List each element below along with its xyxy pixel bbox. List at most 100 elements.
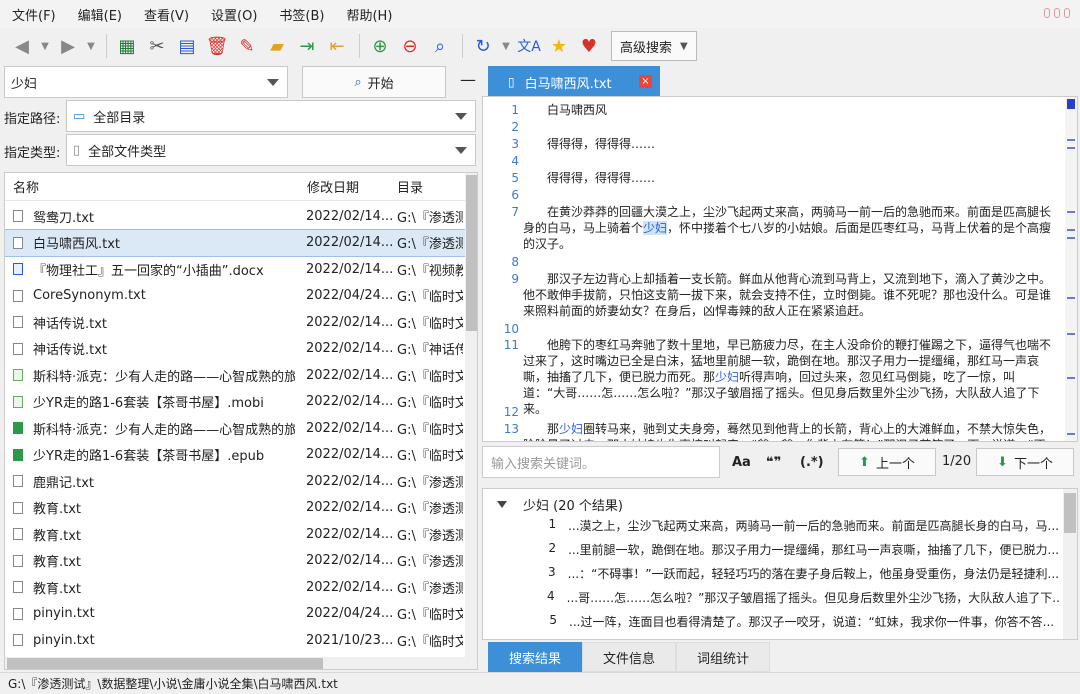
- table-row[interactable]: 神话传说.txt 2022/02/14...G:\『临时文...: [5, 309, 465, 336]
- result-item[interactable]: 5 ...过一阵，连面目也看得清楚了。那汉子一咬牙，说道：“虹妹，我求你一件事，你…: [547, 613, 1059, 630]
- delete-icon[interactable]: 🗑: [203, 32, 231, 60]
- file-name: 少YR走的路1-6套装【茶哥书屋】.mobi: [33, 396, 264, 412]
- document-icon[interactable]: ▤: [173, 32, 201, 60]
- tab-file[interactable]: ▯ 白马啸西风.txt ×: [488, 66, 660, 98]
- whole-word-toggle[interactable]: ❝❞: [766, 446, 781, 478]
- prev-match-button[interactable]: ⬆ 上一个: [838, 448, 936, 476]
- menu-settings[interactable]: 设置(O): [211, 2, 257, 27]
- table-row[interactable]: 鸳鸯刀.txt 2022/02/14...G:\『渗透测...: [5, 203, 465, 230]
- file-date: 2022/02/14...: [306, 447, 394, 463]
- heart-icon[interactable]: ♥: [575, 32, 603, 60]
- menu-bookmarks[interactable]: 书签(B): [279, 2, 324, 27]
- forward-icon[interactable]: ▶: [54, 32, 82, 60]
- results-header[interactable]: 少妇 (20 个结果): [497, 495, 623, 514]
- table-row[interactable]: 神话传说.txt 2022/02/14...G:\『神话传...: [5, 336, 465, 363]
- refresh-dropdown-icon[interactable]: ▼: [499, 32, 513, 60]
- next-match-button[interactable]: ⬇ 下一个: [976, 448, 1074, 476]
- import-icon[interactable]: ⇤: [323, 32, 351, 60]
- refresh-icon[interactable]: ↻: [469, 32, 497, 60]
- file-name: 教育.txt: [33, 502, 82, 518]
- table-row[interactable]: 少YR走的路1-6套装【茶哥书屋】.mobi 2022/02/14... G:\『临…: [5, 389, 465, 416]
- table-row[interactable]: 斯科特·派克：少有人走的路——心智成熟的旅... 2022/02/14... G:\…: [5, 362, 465, 389]
- table-row[interactable]: 教育.txt 2022/02/14...G:\『渗透测...: [5, 521, 465, 548]
- bottom-tabs: 搜索结果 文件信息 词组统计: [488, 642, 771, 672]
- table-row[interactable]: 白马啸西风.txt 2022/02/14...G:\『渗透测...: [5, 228, 466, 257]
- table-row[interactable]: pinyin.txt 2021/10/23...G:\『临时文...: [5, 627, 465, 654]
- menu-file[interactable]: 文件(F): [12, 2, 56, 27]
- table-row[interactable]: 教育.txt 2022/02/14...G:\『渗透测...: [5, 495, 465, 522]
- cut-icon[interactable]: ✂: [143, 32, 171, 60]
- chevron-down-icon[interactable]: [455, 113, 467, 120]
- file-dir: G:\『神话传...: [397, 343, 463, 359]
- file-name: CoreSynonym.txt: [33, 288, 146, 304]
- collapse-button[interactable]: —: [460, 70, 476, 89]
- table-row[interactable]: 教育.txt 2022/02/14...G:\『渗透测...: [5, 574, 465, 601]
- regex-toggle[interactable]: (.*): [800, 446, 824, 478]
- type-combo[interactable]: ▯ 全部文件类型: [66, 134, 476, 166]
- file-icon: [13, 607, 23, 620]
- result-snippet: ...里前腿一软，跪倒在地。那汉子用力一提缰绳，那红马一声哀嘶，抽搐了几下，便已…: [568, 543, 1059, 557]
- results-scrollbar[interactable]: [1063, 489, 1077, 639]
- result-index: 4: [547, 589, 555, 603]
- file-dir: G:\『临时文...: [397, 608, 463, 624]
- magic-icon[interactable]: ✎: [233, 32, 261, 60]
- menu-edit[interactable]: 编辑(E): [78, 2, 122, 27]
- start-search-button[interactable]: ⌕ 开始: [302, 66, 446, 98]
- folder-icon[interactable]: ▰: [263, 32, 291, 60]
- tab-title: 白马啸西风.txt: [524, 76, 612, 92]
- file-icon: [13, 263, 23, 275]
- forward-dropdown-icon[interactable]: ▼: [84, 32, 98, 60]
- editor-scrollbar[interactable]: [1065, 97, 1077, 441]
- file-icon: [13, 634, 23, 646]
- result-item[interactable]: 2 ...里前腿一软，跪倒在地。那汉子用力一提缰绳，那红马一声哀嘶，抽搐了几下，便…: [547, 541, 1059, 558]
- file-name: 鸳鸯刀.txt: [33, 210, 95, 226]
- back-icon[interactable]: ◀: [8, 32, 36, 60]
- chevron-down-icon[interactable]: [267, 79, 279, 86]
- column-date[interactable]: 修改日期: [307, 177, 359, 196]
- close-icon[interactable]: ×: [639, 75, 652, 88]
- chevron-down-icon[interactable]: [455, 147, 467, 154]
- table-row[interactable]: 斯科特·派克：少有人走的路——心智成熟的旅... 2022/02/14... G:\…: [5, 415, 465, 442]
- back-dropdown-icon[interactable]: ▼: [38, 32, 52, 60]
- export-icon[interactable]: ⇥: [293, 32, 321, 60]
- column-dir[interactable]: 目录: [397, 177, 423, 196]
- advanced-search-dropdown[interactable]: 高级搜索 ▼: [611, 31, 697, 61]
- prev-label: 上一个: [875, 456, 915, 472]
- find-bar: 输入搜索关键词。 Aa ❝❞ (.*) ⬆ 上一个 1/20 ⬇ 下一个: [482, 446, 1078, 480]
- table-row[interactable]: 鹿鼎记.txt 2022/02/14...G:\『渗透测...: [5, 468, 465, 495]
- zoom-out-icon[interactable]: ⊖: [396, 32, 424, 60]
- column-name[interactable]: 名称: [13, 177, 39, 196]
- tab-search-results[interactable]: 搜索结果: [488, 642, 583, 672]
- tab-phrase-stats[interactable]: 词组统计: [676, 642, 771, 672]
- window-controls: [1044, 8, 1070, 18]
- translate-icon[interactable]: 文A: [515, 32, 543, 60]
- search-query-value: 少妇: [11, 76, 38, 92]
- find-input[interactable]: 输入搜索关键词。: [482, 446, 720, 478]
- star-icon[interactable]: ★: [545, 32, 573, 60]
- table-row[interactable]: pinyin.txt 2022/04/24...G:\『临时文...: [5, 601, 465, 628]
- line-text: 他胯下的枣红马奔驰了数十里地，早已筋疲力尽，在主人没命价的鞭打催踢之下，逼得气也…: [523, 338, 1052, 416]
- path-combo[interactable]: ▭ 全部目录: [66, 100, 476, 132]
- match-case-toggle[interactable]: Aa: [732, 446, 751, 478]
- table-row[interactable]: 『物理社工』五一回家的“小插曲”.docx 2022/02/14... G:\『视频…: [5, 256, 465, 283]
- menu-help[interactable]: 帮助(H): [346, 2, 392, 27]
- zoom-in-icon[interactable]: ⊕: [366, 32, 394, 60]
- text-viewer[interactable]: 1 白马啸西风 2 3 得得得，得得得…… 4 5 得得得，得得得…… 6 7 在黄沙莽莽的回疆大漠…: [482, 96, 1078, 442]
- file-list-vscroll[interactable]: [465, 173, 477, 669]
- search-icon[interactable]: ⌕: [426, 32, 454, 60]
- menu-view[interactable]: 查看(V): [144, 2, 189, 27]
- tab-file-info[interactable]: 文件信息: [582, 642, 677, 672]
- table-row[interactable]: CoreSynonym.txt 2022/04/24...G:\『临时文...: [5, 283, 465, 310]
- excel-icon[interactable]: ▦: [113, 32, 141, 60]
- line-number: 6: [511, 188, 519, 202]
- result-item[interactable]: 1 ...漠之上，尘沙飞起两丈来高，两骑马一前一后的急驰而来。前面是匹高腿长身的白…: [547, 517, 1059, 534]
- table-row[interactable]: 教育.txt 2022/02/14...G:\『渗透测...: [5, 548, 465, 575]
- file-list-hscroll[interactable]: [5, 657, 465, 669]
- path-value: 全部目录: [93, 110, 146, 126]
- result-item[interactable]: 4 ...哥……怎……怎么啦？”那汉子皱眉摇了摇头。但见身后数里外尘沙飞扬，大队敌…: [547, 589, 1059, 606]
- result-item[interactable]: 3 ...：“不碍事！”一跃而起，轻轻巧巧的落在妻子身后鞍上，他虽身受重伤，身法仍…: [547, 565, 1059, 582]
- collapse-triangle-icon[interactable]: [497, 501, 507, 508]
- search-query-combo[interactable]: 少妇: [4, 66, 288, 98]
- table-row[interactable]: 少YR走的路1-6套装【茶哥书屋】.epub 2022/02/14... G:\『临…: [5, 442, 465, 469]
- file-icon: [13, 236, 23, 249]
